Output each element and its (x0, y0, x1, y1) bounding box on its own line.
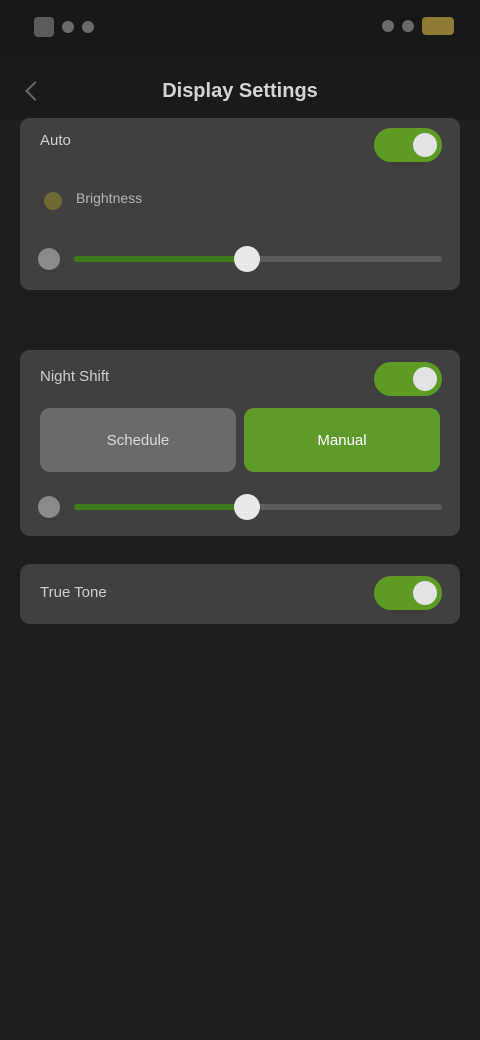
night-shift-label: Night Shift (40, 368, 110, 385)
brightness-label: Brightness (76, 190, 143, 206)
auto-brightness-toggle[interactable] (374, 128, 442, 162)
brightness-card: Auto Brightness (20, 118, 460, 290)
warmth-icon (38, 496, 60, 518)
header: Display Settings (0, 56, 480, 120)
night-shift-slider-track[interactable] (74, 494, 442, 520)
brightness-low-icon (38, 248, 60, 270)
sun-icon (44, 192, 62, 210)
page-title: Display Settings (162, 80, 318, 102)
night-shift-card: Night Shift Schedule Manual (20, 350, 460, 536)
toggle-knob (413, 367, 437, 391)
brightness-slider-track[interactable] (74, 246, 442, 272)
signal-icon (382, 20, 394, 32)
signal-icon (62, 21, 74, 33)
brightness-slider-knob[interactable] (233, 246, 260, 272)
toggle-knob (413, 581, 437, 605)
true-tone-card: True Tone (20, 564, 460, 624)
battery-icon (422, 17, 454, 35)
app-icon (34, 17, 54, 37)
night-shift-toggle[interactable] (374, 362, 442, 396)
schedule-option[interactable]: Schedule (40, 408, 236, 472)
night-shift-slider-knob[interactable] (233, 494, 260, 520)
wifi-icon (82, 21, 94, 33)
brightness-slider[interactable] (38, 244, 442, 272)
brightness-slider-fill (74, 256, 247, 262)
status-bar (0, 0, 480, 56)
true-tone-toggle[interactable] (374, 576, 442, 610)
status-right-icons (382, 17, 454, 35)
auto-brightness-label: Auto (40, 132, 71, 149)
status-left-icons (34, 17, 94, 37)
night-shift-mode-selector: Schedule Manual (40, 408, 440, 472)
true-tone-label: True Tone (40, 584, 107, 601)
toggle-knob (413, 133, 437, 157)
night-shift-slider-fill (74, 504, 247, 510)
night-shift-slider[interactable] (38, 492, 442, 520)
wifi-icon (402, 20, 414, 32)
manual-option[interactable]: Manual (244, 408, 440, 472)
